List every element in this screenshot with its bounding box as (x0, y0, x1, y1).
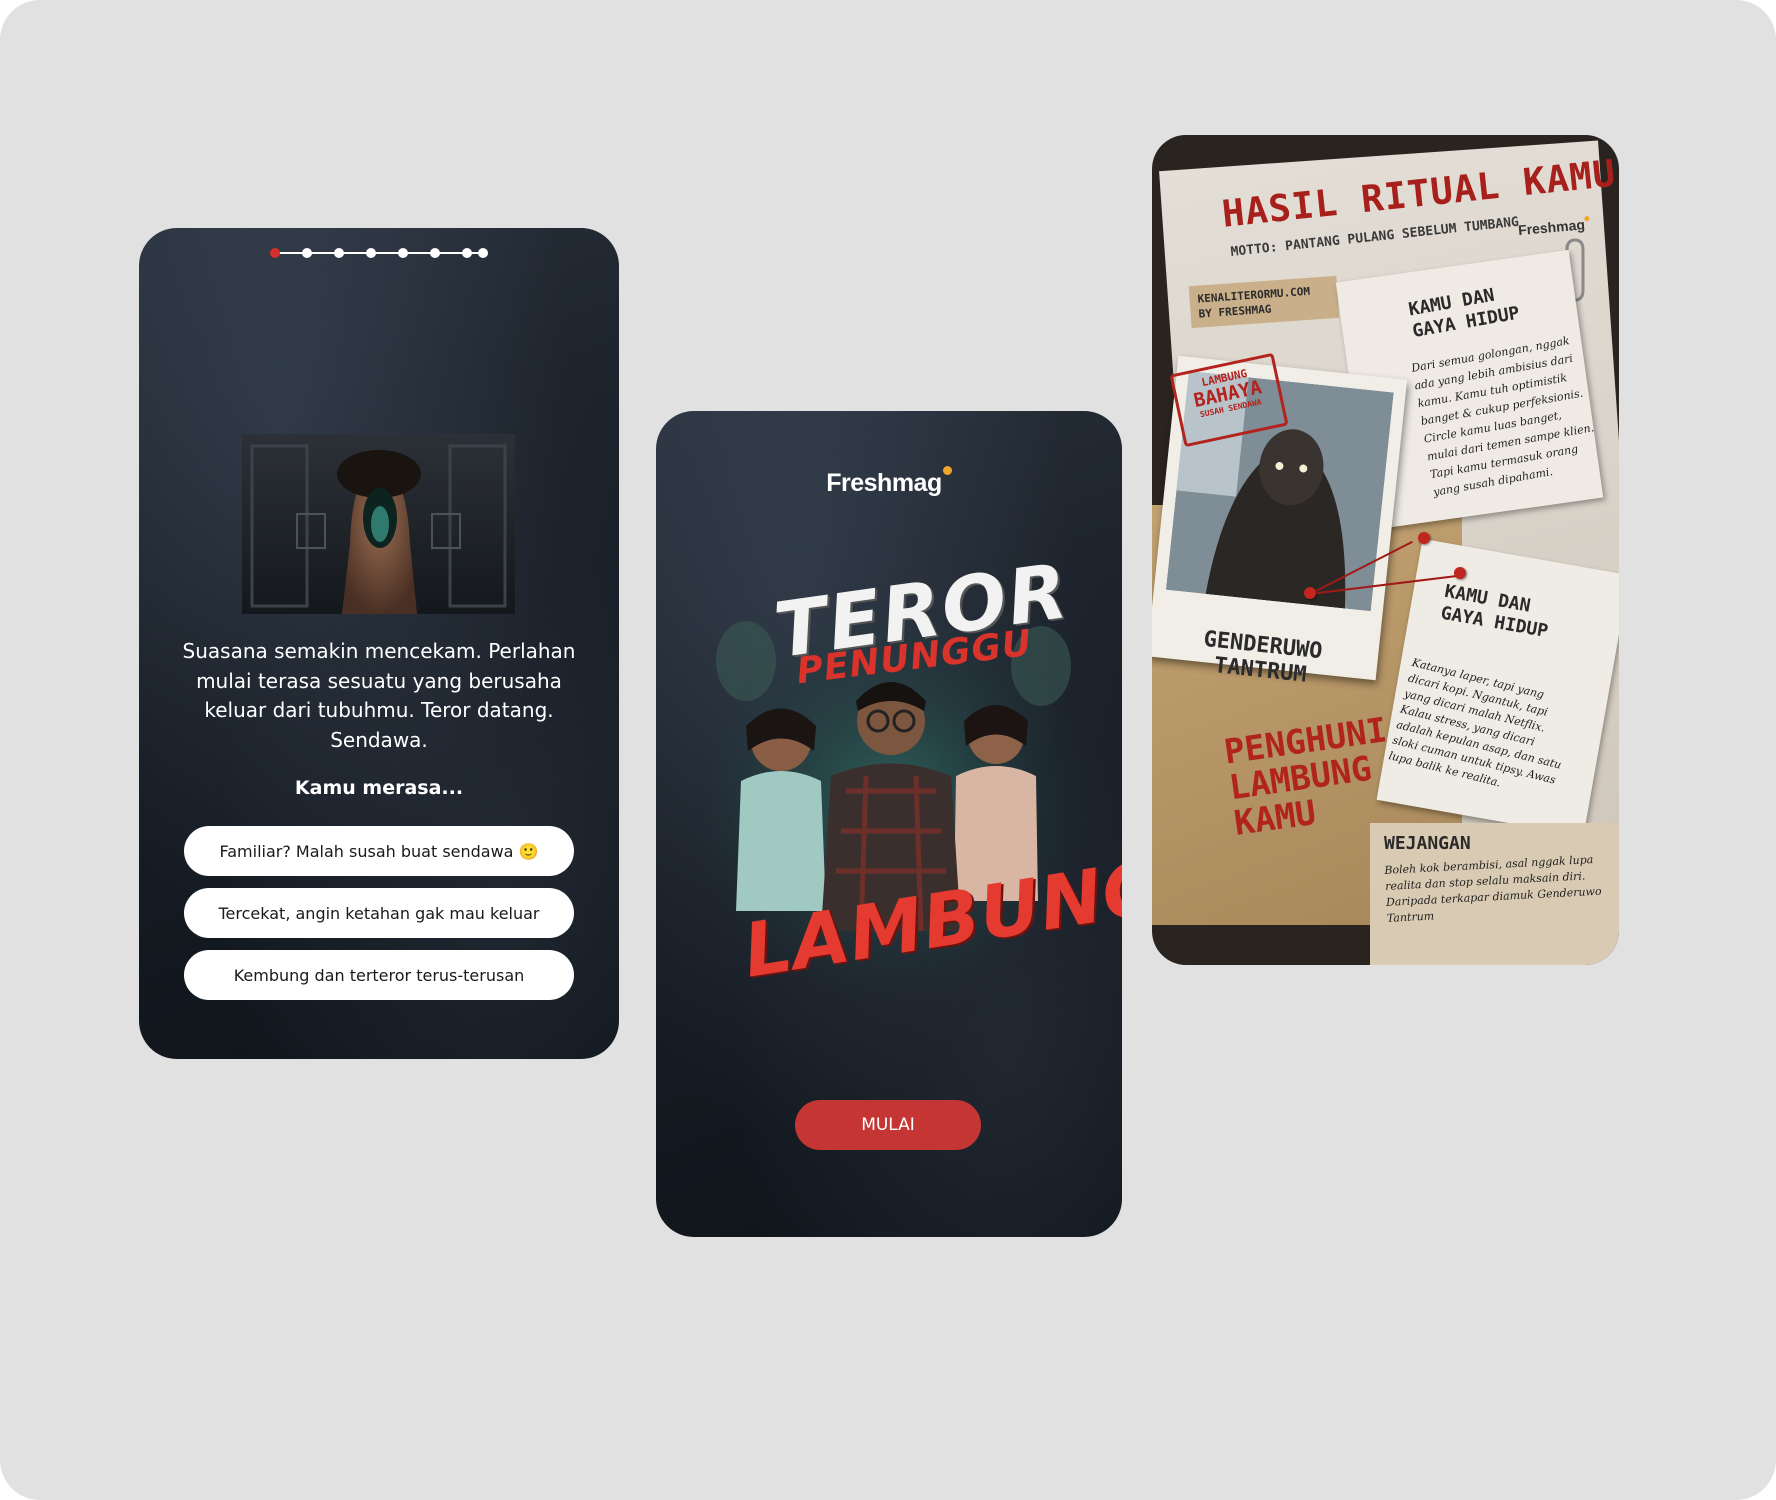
logo-small-dot-icon (1584, 215, 1590, 222)
screaming-woman-photo (242, 434, 515, 614)
result-screen: HASIL RITUAL KAMU MOTTO: PANTANG PULANG … (1152, 135, 1619, 965)
answer-option-1[interactable]: Familiar? Malah susah buat sendawa 🙂 (184, 826, 574, 876)
answer-option-2[interactable]: Tercekat, angin ketahan gak mau keluar (184, 888, 574, 938)
note1-body: Dari semua golongan, nggak ada yang lebi… (1410, 334, 1596, 499)
red-pin-icon (1304, 587, 1316, 599)
note3-body: Boleh kok berambisi, asal nggak lupa rea… (1384, 853, 1602, 925)
showcase-canvas: Suasana semakin mencekam. Perlahan mulai… (0, 0, 1776, 1500)
quiz-narration: Suasana semakin mencekam. Perlahan mulai… (182, 639, 576, 752)
quiz-question: Kamu merasa... (294, 777, 464, 799)
red-pin-icon (1418, 532, 1430, 544)
logo-text: Freshmag (826, 469, 942, 497)
quiz-progress-indicator (139, 243, 619, 263)
quiz-screen: Suasana semakin mencekam. Perlahan mulai… (139, 228, 619, 1059)
title-screen: Freshmag TEROR PENUNGGU LAMBUNG MULAI (656, 411, 1122, 1237)
logo-dot-icon (942, 466, 952, 475)
note3-title: WEJANGAN (1384, 833, 1471, 854)
red-pin-icon (1454, 567, 1466, 579)
freshmag-logo: Freshmag (656, 466, 1122, 498)
answer-option-3[interactable]: Kembung dan terteror terus-terusan (184, 950, 574, 1000)
start-button[interactable]: MULAI (795, 1100, 981, 1150)
